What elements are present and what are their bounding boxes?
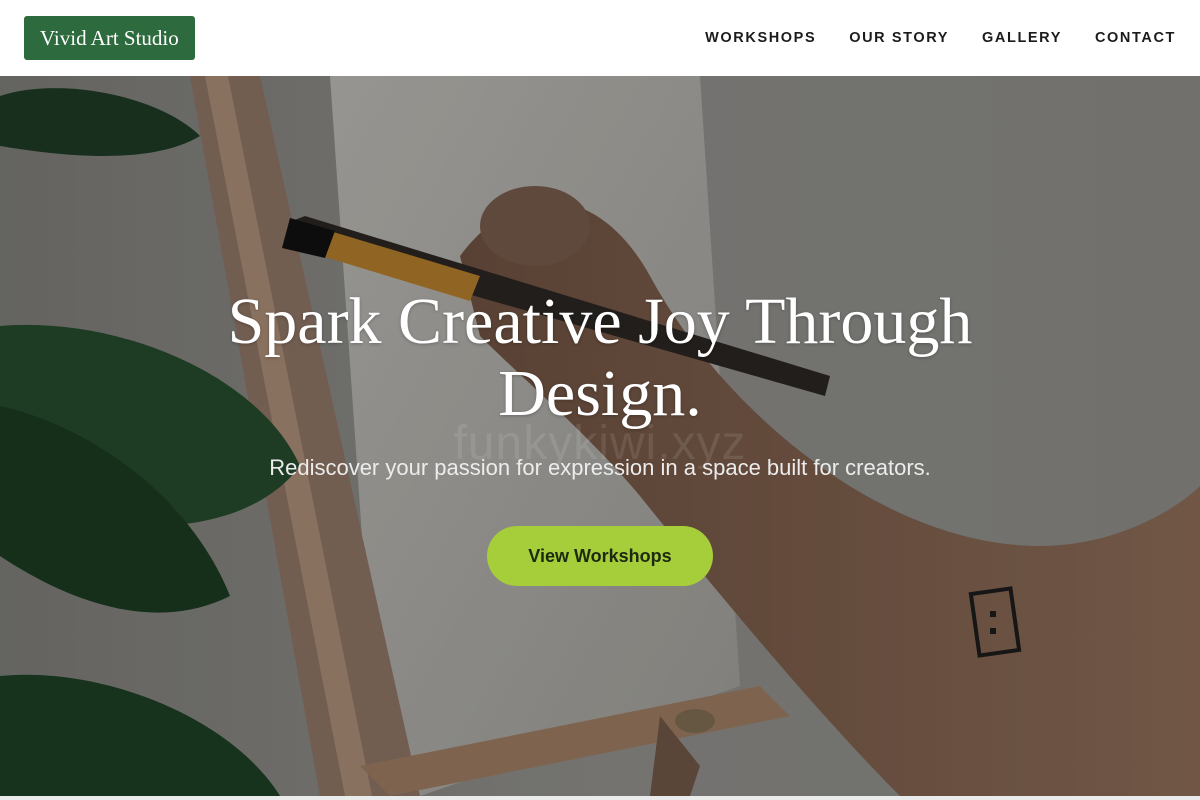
nav-link-workshops[interactable]: WORKSHOPS	[705, 30, 816, 46]
bottom-strip	[0, 796, 1200, 800]
hero-content: Spark Creative Joy Through Design. funky…	[0, 76, 1200, 796]
nav-link-our-story[interactable]: OUR STORY	[849, 30, 949, 46]
site-header: Vivid Art Studio WORKSHOPS OUR STORY GAL…	[0, 0, 1200, 76]
nav-link-contact[interactable]: CONTACT	[1095, 30, 1176, 46]
hero-subtitle: Rediscover your passion for expression i…	[269, 455, 931, 480]
nav-link-gallery[interactable]: GALLERY	[982, 30, 1062, 46]
view-workshops-button[interactable]: View Workshops	[487, 526, 713, 586]
hero-title: Spark Creative Joy Through Design.	[227, 285, 973, 430]
logo[interactable]: Vivid Art Studio	[24, 16, 195, 60]
main-nav: WORKSHOPS OUR STORY GALLERY CONTACT	[672, 30, 1176, 46]
hero-section: Spark Creative Joy Through Design. funky…	[0, 76, 1200, 796]
